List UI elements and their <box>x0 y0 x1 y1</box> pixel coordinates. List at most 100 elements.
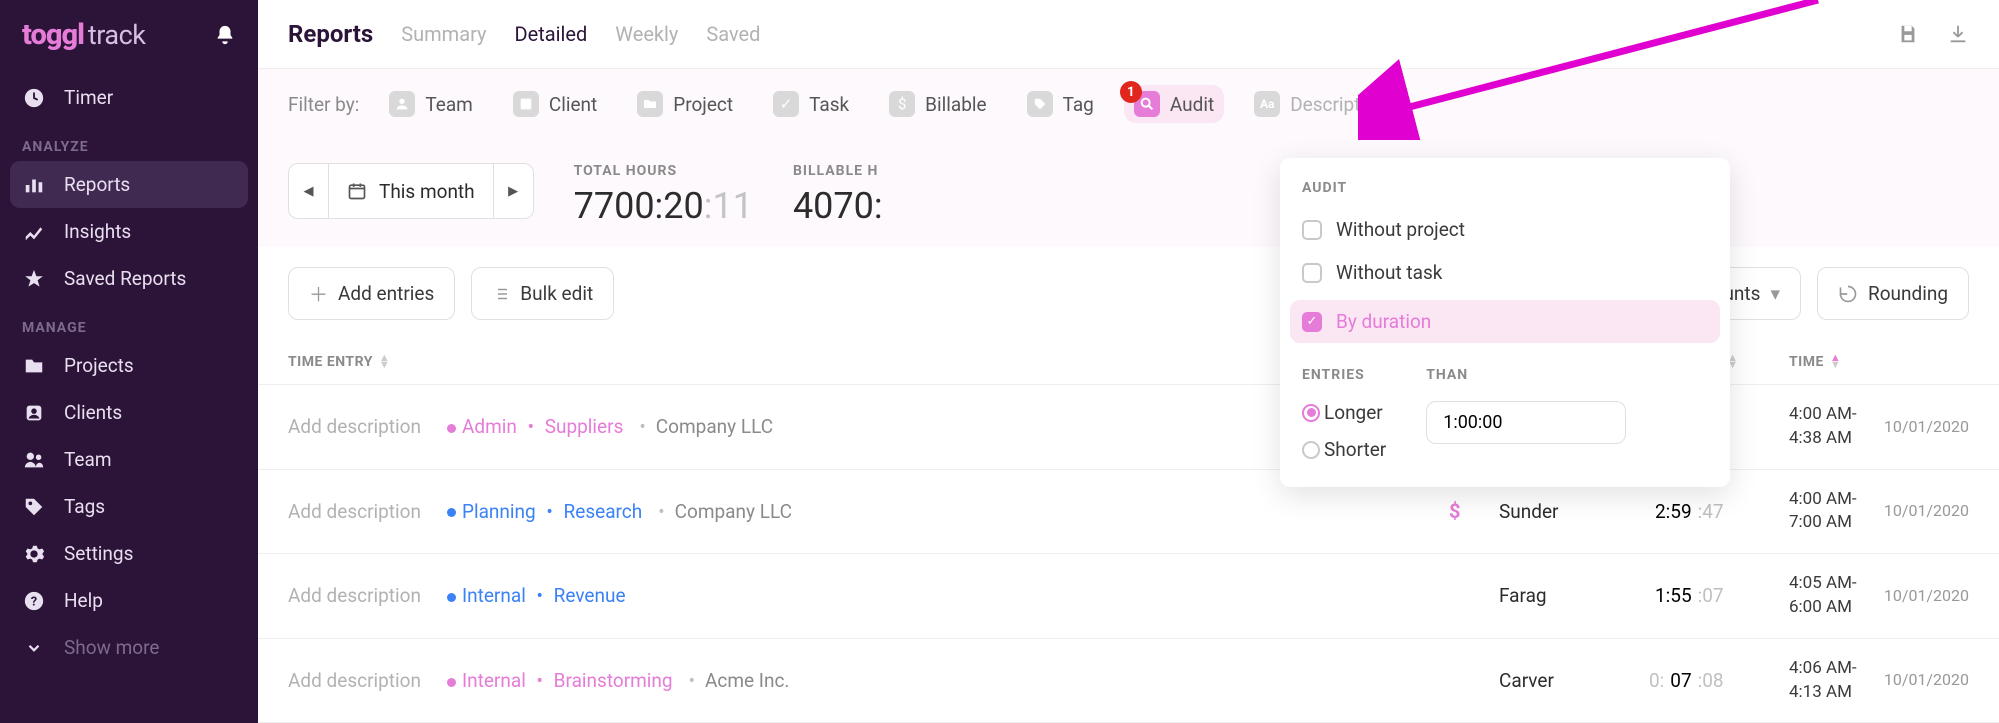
filter-audit[interactable]: 1 Audit <box>1124 85 1224 123</box>
filter-tag[interactable]: Tag <box>1017 85 1104 123</box>
sidebar-section-manage: MANAGE <box>0 302 258 342</box>
sidebar-item-label: Tags <box>64 495 105 518</box>
stat-total: TOTAL HOURS 7700:20:11 <box>574 163 753 227</box>
table: TIME ENTRY ▲▼ USER ▲▼ DURATION ▲▼ TIME ▲… <box>258 340 1999 723</box>
filter-task[interactable]: ✓ Task <box>763 85 859 123</box>
check-by-duration[interactable]: ✓ By duration <box>1290 300 1720 343</box>
project-name[interactable]: Internal • Brainstorming <box>447 669 673 692</box>
sidebar-item-team[interactable]: Team <box>0 436 258 483</box>
time-value: 4:00 AM-7:00 AM10/01/2020 <box>1789 488 1969 536</box>
sidebar: toggl track Timer ANALYZE Reports Insigh… <box>0 0 258 723</box>
project-name[interactable]: Internal • Revenue <box>447 584 626 607</box>
team-icon <box>22 449 46 471</box>
sidebar-item-label: Help <box>64 589 103 612</box>
sort-icon: ▲▼ <box>379 355 390 368</box>
sidebar-item-saved-reports[interactable]: Saved Reports <box>0 255 258 302</box>
th-entry[interactable]: TIME ENTRY ▲▼ <box>288 354 1188 370</box>
download-icon[interactable] <box>1947 23 1969 45</box>
logo-toggl: toggl <box>22 18 84 52</box>
checkbox-icon <box>1302 220 1322 240</box>
logo[interactable]: toggl track <box>22 18 145 52</box>
radio-longer[interactable]: Longer <box>1302 401 1386 424</box>
calendar-icon <box>347 181 367 201</box>
main: Reports Summary Detailed Weekly Saved Fi… <box>258 0 1999 723</box>
tab-detailed[interactable]: Detailed <box>515 22 588 46</box>
sidebar-item-insights[interactable]: Insights <box>0 208 258 255</box>
sidebar-item-clients[interactable]: Clients <box>0 389 258 436</box>
radio-icon <box>1302 441 1320 459</box>
description-placeholder[interactable]: Add description <box>288 584 421 607</box>
check-without-project[interactable]: Without project <box>1280 208 1730 251</box>
sidebar-item-settings[interactable]: Settings <box>0 530 258 577</box>
chevron-down-icon <box>22 639 46 657</box>
project-name[interactable]: Planning • Research <box>447 500 642 523</box>
plus-icon: ＋ <box>309 280 328 307</box>
time-value: 4:05 AM-6:00 AM10/01/2020 <box>1789 572 1969 620</box>
sidebar-item-label: Projects <box>64 354 134 377</box>
rounding-button[interactable]: Rounding <box>1817 267 1969 320</box>
statsrow: ◀ This month ▶ TOTAL HOURS 7700:20:11 BI… <box>258 143 1999 247</box>
description-placeholder[interactable]: Add description <box>288 669 421 692</box>
topbar: Reports Summary Detailed Weekly Saved <box>258 0 1999 68</box>
filter-project[interactable]: Project <box>627 85 743 123</box>
description-placeholder[interactable]: Add description <box>288 415 421 438</box>
table-row[interactable]: Add descriptionPlanning • ResearchCompan… <box>258 470 1999 555</box>
company-name: Acme Inc. <box>679 669 790 692</box>
sidebar-item-reports[interactable]: Reports <box>10 161 248 208</box>
table-row[interactable]: Add descriptionAdmin • SuppliersCompany … <box>258 385 1999 470</box>
add-entries-button[interactable]: ＋ Add entries <box>288 267 455 320</box>
bulk-edit-button[interactable]: Bulk edit <box>471 267 614 320</box>
project-dot-icon <box>447 678 456 687</box>
sort-icon: ▲▼ <box>1830 355 1841 368</box>
sidebar-section-analyze: ANALYZE <box>0 121 258 161</box>
sidebar-item-projects[interactable]: Projects <box>0 342 258 389</box>
sidebar-item-label: Show more <box>64 636 159 659</box>
description-placeholder[interactable]: Add description <box>288 500 421 523</box>
project-dot-icon <box>447 508 456 517</box>
sidebar-item-showmore[interactable]: Show more <box>0 624 258 671</box>
sidebar-item-timer[interactable]: Timer <box>0 74 258 121</box>
checkbox-checked-icon: ✓ <box>1302 312 1322 332</box>
duration-value: 0:07:08 <box>1649 669 1789 692</box>
audit-badge: 1 <box>1120 81 1142 103</box>
page-title: Reports <box>288 20 373 48</box>
filter-description[interactable]: Aa Description <box>1244 85 1396 123</box>
th-time[interactable]: TIME ▲▼ <box>1789 354 1969 370</box>
project-dot-icon <box>447 593 456 602</box>
filterbar: Filter by: Team Client Project ✓ Task $ … <box>258 68 1999 143</box>
sidebar-item-label: Saved Reports <box>64 267 186 290</box>
date-prev[interactable]: ◀ <box>289 164 329 218</box>
save-icon[interactable] <box>1897 23 1919 45</box>
than-input[interactable] <box>1426 401 1626 444</box>
than-label: THAN <box>1426 367 1626 387</box>
date-next[interactable]: ▶ <box>493 164 533 218</box>
bell-icon[interactable] <box>214 23 236 47</box>
filter-client[interactable]: Client <box>503 85 607 123</box>
clock-icon <box>22 87 46 109</box>
user-name: Farag <box>1499 584 1649 607</box>
billable-chip-icon: $ <box>889 91 915 117</box>
tab-saved[interactable]: Saved <box>706 22 760 46</box>
stat-total-value: 7700:20:11 <box>574 185 753 227</box>
tab-weekly[interactable]: Weekly <box>615 22 678 46</box>
tab-summary[interactable]: Summary <box>401 22 486 46</box>
filter-billable[interactable]: $ Billable <box>879 85 996 123</box>
duration-value: 2:59:47 <box>1649 500 1789 523</box>
table-row[interactable]: Add description Internal • Brainstorming A… <box>258 639 1999 723</box>
filter-team[interactable]: Team <box>379 85 483 123</box>
actionsrow: ＋ Add entries Bulk edit Hide amounts ▾ R… <box>258 247 1999 340</box>
entries-label: ENTRIES <box>1302 367 1386 387</box>
table-row[interactable]: Add descriptionInternal • RevenueFarag1:… <box>258 554 1999 639</box>
check-without-task[interactable]: Without task <box>1280 251 1730 294</box>
sidebar-item-tags[interactable]: Tags <box>0 483 258 530</box>
user-name: Carver <box>1499 669 1649 692</box>
project-name[interactable]: Admin • Suppliers <box>447 415 623 438</box>
star-icon <box>22 268 46 290</box>
stat-total-label: TOTAL HOURS <box>574 163 753 179</box>
help-icon: ? <box>22 590 46 612</box>
date-current[interactable]: This month <box>329 180 493 203</box>
gear-icon <box>22 543 46 565</box>
time-value: 4:00 AM-4:38 AM10/01/2020 <box>1789 403 1969 451</box>
sidebar-item-help[interactable]: ? Help <box>0 577 258 624</box>
radio-shorter[interactable]: Shorter <box>1302 438 1386 461</box>
